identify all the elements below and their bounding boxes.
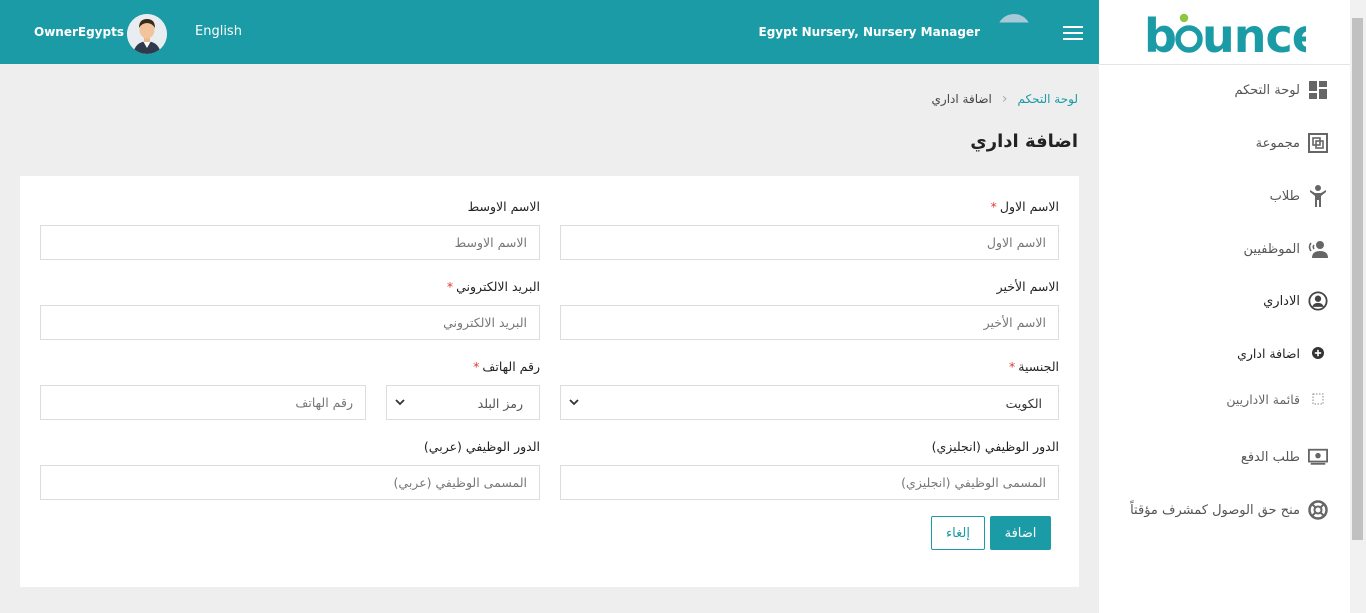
payment-icon: [1308, 447, 1328, 467]
chevron-down-icon: [395, 399, 405, 406]
role-en-input[interactable]: [560, 465, 1059, 500]
sidebar-item-grant-access[interactable]: منح حق الوصول كمشرف مؤقتاً: [1130, 500, 1328, 520]
add-circle-icon: [1308, 343, 1328, 363]
sidebar-item-payment-request[interactable]: طلب الدفع: [1241, 447, 1328, 467]
sidebar-item-label: الاداري: [1263, 293, 1300, 309]
dashboard-icon: [1308, 80, 1328, 100]
add-button[interactable]: اضافة: [990, 516, 1051, 550]
breadcrumb: لوحة التحكم ‹ اضافة اداري: [932, 91, 1078, 107]
phone-input[interactable]: [40, 385, 366, 420]
breadcrumb-current: اضافة اداري: [931, 92, 992, 106]
menu-toggle-icon[interactable]: [1063, 26, 1083, 40]
sidebar: b unce لوحة التحكم مجموعة طلاب الموظفيين: [1099, 0, 1350, 613]
sidebar-item-group[interactable]: مجموعة: [1256, 133, 1328, 153]
sidebar-item-add-admin[interactable]: اضافة اداري: [1237, 343, 1328, 363]
group-icon: [1308, 133, 1328, 153]
nationality-select[interactable]: الكويت: [560, 385, 1059, 420]
nationality-value: الكويت: [1005, 396, 1042, 411]
sidebar-item-label: مجموعة: [1255, 135, 1300, 151]
sidebar-item-admin-list[interactable]: قائمة الاداريين: [1226, 389, 1328, 409]
sidebar-item-staff[interactable]: الموظفيين: [1244, 239, 1328, 259]
language-switch[interactable]: English: [195, 24, 242, 39]
student-icon: [1308, 185, 1328, 207]
nursery-role[interactable]: Egypt Nursery, Nursery Manager: [759, 25, 980, 39]
sidebar-item-label: منح حق الوصول كمشرف مؤقتاً: [1130, 502, 1300, 518]
cancel-button[interactable]: إلغاء: [931, 516, 985, 550]
staff-icon: [1308, 239, 1328, 259]
sidebar-item-label: الموظفيين: [1243, 241, 1300, 257]
avatar-icon: [127, 14, 167, 54]
email-input[interactable]: [40, 305, 540, 340]
sidebar-divider: [1099, 64, 1350, 65]
top-bar: OwnerEgypts English Egypt Nursery, Nurse…: [0, 0, 1099, 64]
sidebar-item-dashboard[interactable]: لوحة التحكم: [1234, 80, 1328, 100]
nationality-label: الجنسية*: [1009, 359, 1059, 374]
middle-name-input[interactable]: [40, 225, 540, 260]
lifebuoy-icon: [1308, 500, 1328, 520]
svg-text:b: b: [1144, 9, 1176, 56]
sidebar-item-label: طلب الدفع: [1240, 449, 1300, 465]
role-en-label: الدور الوظيفي (انجليزي): [931, 439, 1059, 454]
breadcrumb-home[interactable]: لوحة التحكم: [1018, 92, 1079, 106]
country-code-select[interactable]: رمز البلد: [386, 385, 540, 420]
first-name-label: الاسم الاول*: [990, 199, 1059, 214]
sidebar-item-label: لوحة التحكم: [1234, 82, 1300, 98]
user-name[interactable]: OwnerEgypts: [34, 25, 124, 39]
chevron-down-icon: [569, 399, 579, 406]
svg-text:unce: unce: [1202, 9, 1306, 56]
user-avatar[interactable]: [127, 14, 167, 54]
scrollbar[interactable]: [1350, 0, 1366, 613]
brand-logo[interactable]: b unce: [1144, 8, 1323, 63]
bounce-logo: b unce: [1144, 9, 1323, 63]
scrollbar-thumb[interactable]: [1352, 18, 1363, 540]
role-ar-label: الدور الوظيفي (عربي): [423, 439, 540, 454]
chevron-left-icon: ‹: [1001, 91, 1008, 107]
phone-label: رقم الهاتف*: [473, 359, 540, 374]
middle-name-label: الاسم الاوسط: [467, 199, 540, 214]
email-label: البريد الالكتروني*: [446, 279, 540, 294]
sidebar-item-label: اضافة اداري: [1237, 345, 1300, 361]
sidebar-item-students[interactable]: طلاب: [1269, 185, 1328, 207]
last-name-input[interactable]: [560, 305, 1059, 340]
sidebar-item-admin[interactable]: الاداري: [1263, 291, 1328, 311]
role-ar-input[interactable]: [40, 465, 540, 500]
first-name-input[interactable]: [560, 225, 1059, 260]
last-name-label: الاسم الأخير: [996, 279, 1059, 294]
list-square-icon: [1308, 389, 1328, 409]
country-code-placeholder: رمز البلد: [477, 396, 523, 411]
page-title: اضافة اداري: [970, 131, 1078, 152]
add-admin-form: الاسم الاول* الاسم الاوسط الاسم الأخير ا…: [20, 176, 1079, 587]
sidebar-item-label: قائمة الاداريين: [1226, 391, 1300, 407]
sidebar-item-label: طلاب: [1269, 188, 1300, 204]
nursery-avatar[interactable]: [997, 14, 1031, 23]
admin-user-icon: [1308, 291, 1328, 311]
